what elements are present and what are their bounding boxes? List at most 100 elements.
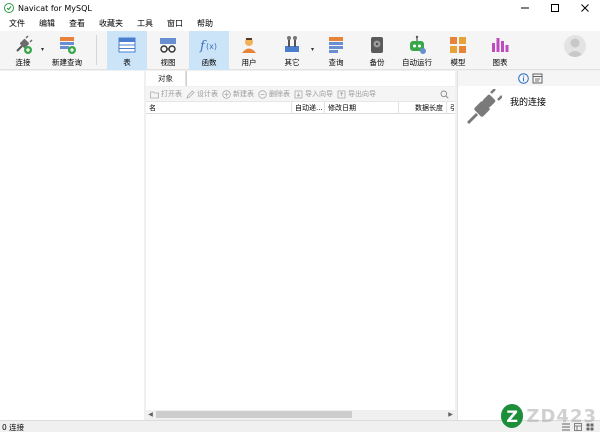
connect-dropdown-icon[interactable]: ▾ [41, 46, 44, 53]
query-label: 查询 [328, 58, 344, 67]
auto-run-label: 自动运行 [402, 58, 432, 67]
menu-edit[interactable]: 编辑 [32, 18, 62, 29]
chart-label: 图表 [492, 58, 508, 67]
object-list-header: 名 自动递... 修改日期 数据长度 引 [146, 102, 455, 114]
navigation-pane[interactable] [0, 71, 144, 420]
robot-icon [410, 35, 426, 54]
open-table-button[interactable]: 打开表 [150, 89, 182, 99]
model-button[interactable]: 模型 [441, 31, 475, 70]
menu-file[interactable]: 文件 [2, 18, 32, 29]
backup-label: 备份 [369, 58, 385, 67]
export-icon [337, 90, 346, 98]
tab-strip: 对象 [146, 71, 455, 86]
column-modified-date[interactable]: 修改日期 [325, 102, 399, 114]
maximize-button[interactable] [540, 0, 570, 16]
other-button[interactable]: 其它 [274, 31, 310, 70]
horizontal-scrollbar[interactable]: ◀ ▶ [146, 410, 455, 419]
column-name[interactable]: 名 [146, 102, 292, 114]
menu-help[interactable]: 帮助 [190, 18, 220, 29]
function-label: 函数 [201, 58, 217, 67]
chart-button[interactable]: 图表 [483, 31, 517, 70]
user-icon [242, 38, 256, 53]
new-query-label: 新建查询 [52, 58, 82, 67]
scroll-right-icon[interactable]: ▶ [446, 410, 455, 419]
object-list[interactable] [146, 114, 455, 410]
other-dropdown-icon[interactable]: ▾ [311, 46, 314, 53]
function-button[interactable]: f (x) 函数 [189, 31, 229, 70]
tab-object[interactable]: 对象 [146, 71, 186, 86]
search-icon[interactable] [440, 90, 449, 99]
svg-text:(x): (x) [206, 42, 217, 51]
title-bar: Navicat for MySQL [0, 0, 600, 16]
menu-tools[interactable]: 工具 [130, 18, 160, 29]
column-auto-increment[interactable]: 自动递... [292, 102, 325, 114]
table-button[interactable]: 表 [107, 31, 147, 70]
import-wizard-label: 导入向导 [305, 90, 333, 98]
plus-circle-icon [222, 89, 231, 99]
column-data-length[interactable]: 数据长度 [399, 102, 447, 114]
tab-strip-blank [186, 71, 455, 86]
main-toolbar: 连接 ▾ 新建查询 表 视图 f (x) 函数 用户 其它 ▾ 查询 备份 自动… [0, 31, 600, 70]
info-pane-toolbar [458, 71, 600, 86]
avatar[interactable] [564, 35, 586, 57]
table-icon [118, 37, 136, 53]
open-table-label: 打开表 [161, 90, 182, 98]
view-glasses-icon [160, 38, 176, 53]
query-icon [329, 37, 343, 53]
menu-view[interactable]: 查看 [62, 18, 92, 29]
window-controls [510, 0, 600, 16]
menu-window[interactable]: 窗口 [160, 18, 190, 29]
window-title: Navicat for MySQL [18, 3, 92, 13]
user-button[interactable]: 用户 [230, 31, 268, 70]
connection-card: 我的连接 [464, 89, 594, 129]
design-table-button[interactable]: 设计表 [186, 89, 218, 99]
user-avatar-icon [566, 38, 584, 57]
watermark-badge: Z [501, 404, 524, 428]
delete-table-label: 删除表 [269, 90, 290, 98]
view-label: 视图 [160, 58, 176, 67]
auto-run-button[interactable]: 自动运行 [400, 31, 434, 70]
scroll-left-icon[interactable]: ◀ [146, 410, 155, 419]
model-icon [450, 37, 466, 53]
close-button[interactable] [570, 0, 600, 16]
new-query-button[interactable]: 新建查询 [50, 31, 84, 70]
import-icon [294, 90, 303, 98]
info-pane: 我的连接 [457, 71, 600, 420]
scrollbar-thumb[interactable] [156, 411, 352, 418]
export-wizard-button[interactable]: 导出向导 [337, 89, 376, 99]
maximize-icon [551, 4, 559, 12]
delete-table-button[interactable]: 删除表 [258, 89, 290, 99]
minimize-button[interactable] [510, 0, 540, 16]
backup-button[interactable]: 备份 [360, 31, 394, 70]
plug-icon [16, 35, 33, 54]
chart-icon [492, 38, 509, 52]
app-window: Navicat for MySQL 文件 编辑 查看 收藏夹 工具 窗口 帮助 [0, 0, 600, 432]
object-toolbar: 打开表 设计表 新建表 删除表 导入向导 导出向导 [146, 87, 455, 102]
toolbar-separator [96, 35, 97, 65]
view-button[interactable]: 视图 [148, 31, 188, 70]
minus-circle-icon [258, 89, 267, 99]
pencil-icon [186, 89, 195, 99]
function-fx-icon: f (x) [199, 39, 217, 54]
close-icon [581, 4, 589, 12]
user-label: 用户 [241, 58, 257, 67]
tools-icon [285, 36, 299, 52]
model-label: 模型 [450, 58, 466, 67]
connection-plug-icon [466, 89, 502, 125]
column-engine[interactable]: 引 [447, 102, 455, 114]
import-wizard-button[interactable]: 导入向导 [294, 89, 333, 99]
connection-count: 0 连接 [2, 423, 25, 432]
export-wizard-label: 导出向导 [348, 90, 376, 98]
menu-favorites[interactable]: 收藏夹 [92, 18, 130, 29]
new-table-button[interactable]: 新建表 [222, 89, 254, 99]
info-icon[interactable] [518, 73, 529, 84]
folder-open-icon [150, 91, 159, 98]
connection-title: 我的连接 [510, 98, 547, 108]
watermark-text: ZD423 [526, 405, 597, 427]
ddl-icon[interactable] [532, 73, 543, 84]
query-button[interactable]: 查询 [318, 31, 354, 70]
connect-button[interactable]: 连接 [6, 31, 40, 70]
table-label: 表 [123, 58, 131, 67]
new-query-icon [60, 37, 76, 54]
menu-bar: 文件 编辑 查看 收藏夹 工具 窗口 帮助 [0, 16, 600, 31]
